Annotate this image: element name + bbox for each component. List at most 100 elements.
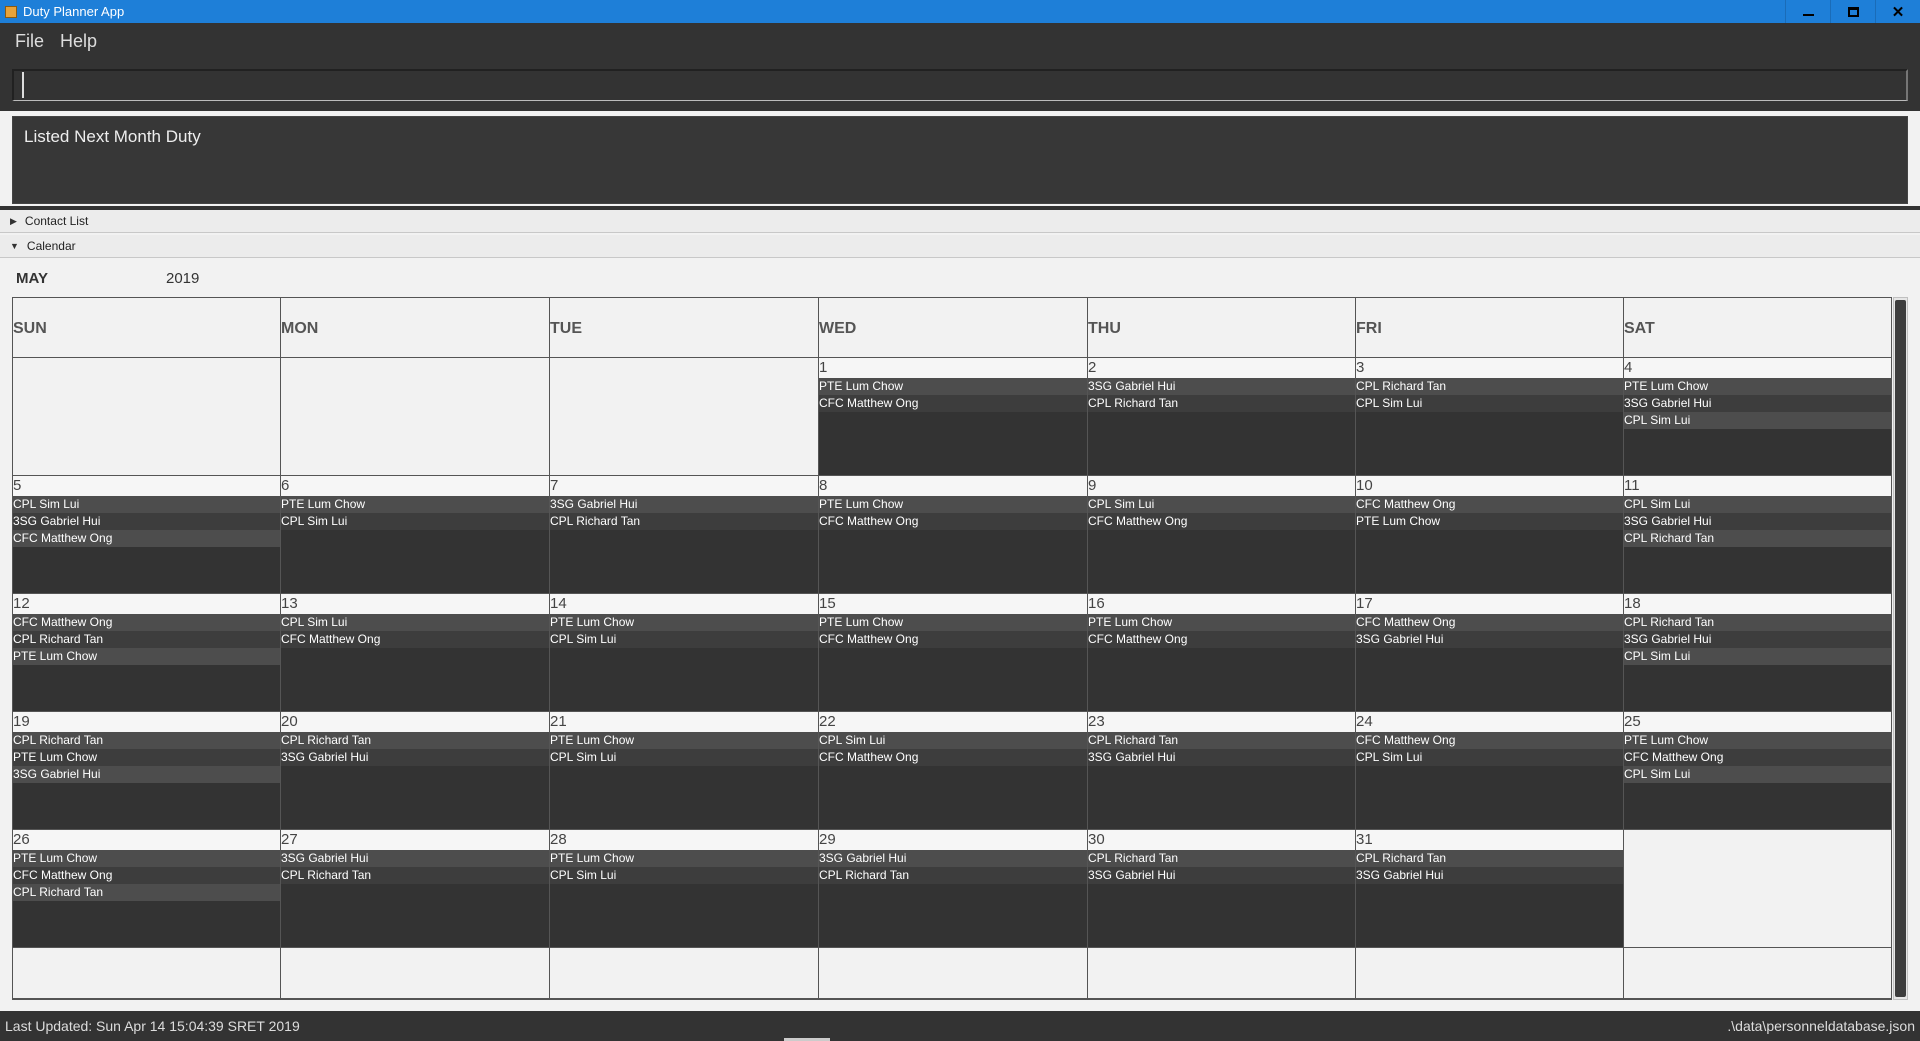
window-titlebar: Duty Planner App ✕ (0, 0, 1920, 23)
duty-entry[interactable]: CPL Richard Tan (819, 867, 1087, 884)
duty-entry[interactable]: CPL Richard Tan (550, 513, 818, 530)
calendar-day-cell: 6 PTE Lum Chow CPL Sim Lui (281, 476, 550, 594)
duty-entry[interactable]: PTE Lum Chow (13, 648, 280, 665)
calendar-pane[interactable]: ▼ Calendar (0, 235, 1920, 258)
duty-entry[interactable]: CPL Sim Lui (1624, 648, 1891, 665)
duty-entry[interactable]: CFC Matthew Ong (13, 614, 280, 631)
duty-entry[interactable]: CFC Matthew Ong (13, 867, 280, 884)
duty-entry[interactable]: CPL Sim Lui (550, 749, 818, 766)
duty-entry[interactable]: PTE Lum Chow (819, 614, 1087, 631)
duty-entry[interactable]: CFC Matthew Ong (819, 513, 1087, 530)
duty-entry[interactable]: CFC Matthew Ong (1356, 496, 1623, 513)
duty-entry[interactable]: PTE Lum Chow (1088, 614, 1355, 631)
duty-entry[interactable]: PTE Lum Chow (1624, 732, 1891, 749)
duty-entry[interactable]: CPL Richard Tan (1356, 850, 1623, 867)
duty-entry[interactable]: 3SG Gabriel Hui (1624, 631, 1891, 648)
duty-entry[interactable]: 3SG Gabriel Hui (281, 749, 549, 766)
duty-entry[interactable]: 3SG Gabriel Hui (1624, 513, 1891, 530)
duty-entry[interactable]: CFC Matthew Ong (1356, 614, 1623, 631)
duty-entry[interactable]: PTE Lum Chow (550, 614, 818, 631)
calendar-day-cell: 29 3SG Gabriel Hui CPL Richard Tan (819, 830, 1088, 948)
duty-entry[interactable]: 3SG Gabriel Hui (1088, 378, 1355, 395)
duty-entry[interactable]: CPL Sim Lui (13, 496, 280, 513)
duty-entry[interactable]: CPL Richard Tan (13, 732, 280, 749)
minimize-button[interactable] (1785, 0, 1830, 23)
duty-entry[interactable]: 3SG Gabriel Hui (1356, 631, 1623, 648)
calendar-day-cell: 4 PTE Lum Chow 3SG Gabriel Hui CPL Sim Lui (1624, 358, 1892, 476)
duty-entry[interactable]: CFC Matthew Ong (13, 530, 280, 547)
duty-entry[interactable]: CPL Sim Lui (550, 631, 818, 648)
duty-entry[interactable]: 3SG Gabriel Hui (13, 513, 280, 530)
duty-entry[interactable]: 3SG Gabriel Hui (550, 496, 818, 513)
duty-entry[interactable]: CPL Richard Tan (1088, 732, 1355, 749)
duty-entry[interactable]: CPL Richard Tan (1088, 395, 1355, 412)
duty-entry[interactable]: PTE Lum Chow (550, 732, 818, 749)
calendar-month: MAY (16, 270, 48, 287)
duty-entry[interactable]: CFC Matthew Ong (819, 631, 1087, 648)
duty-entry[interactable]: CPL Richard Tan (13, 631, 280, 648)
duty-entry[interactable]: CFC Matthew Ong (281, 631, 549, 648)
menu-file[interactable]: File (15, 31, 44, 52)
calendar-day-cell: 17 CFC Matthew Ong 3SG Gabriel Hui (1356, 594, 1624, 712)
calendar-day-cell: 9 CPL Sim Lui CFC Matthew Ong (1088, 476, 1356, 594)
duty-entry[interactable]: PTE Lum Chow (550, 850, 818, 867)
duty-entry[interactable]: PTE Lum Chow (281, 496, 549, 513)
duty-entry[interactable]: PTE Lum Chow (1624, 378, 1891, 395)
duty-entry[interactable]: CPL Sim Lui (1356, 395, 1623, 412)
duty-entry[interactable]: 3SG Gabriel Hui (819, 850, 1087, 867)
window-title: Duty Planner App (23, 4, 125, 19)
duty-entry[interactable]: CPL Sim Lui (281, 614, 549, 631)
duty-entry[interactable]: CFC Matthew Ong (1088, 631, 1355, 648)
duty-entry[interactable]: 3SG Gabriel Hui (13, 766, 280, 783)
scrollbar-thumb[interactable] (1895, 300, 1906, 997)
last-updated-status: Last Updated: Sun Apr 14 15:04:39 SRET 2… (5, 1018, 300, 1034)
duty-entry[interactable]: 3SG Gabriel Hui (1088, 749, 1355, 766)
empty-day-cell (1624, 830, 1892, 948)
app-icon (5, 5, 17, 18)
command-input[interactable] (12, 69, 1908, 101)
contact-list-pane[interactable]: ▶ Contact List (0, 210, 1920, 233)
duty-entry[interactable]: CPL Richard Tan (1356, 378, 1623, 395)
duty-entry[interactable]: CPL Richard Tan (281, 732, 549, 749)
duty-entry[interactable]: CFC Matthew Ong (1088, 513, 1355, 530)
duty-entry[interactable]: 3SG Gabriel Hui (1356, 867, 1623, 884)
calendar-day-cell: 10 CFC Matthew Ong PTE Lum Chow (1356, 476, 1624, 594)
duty-entry[interactable]: CPL Sim Lui (1088, 496, 1355, 513)
duty-entry[interactable]: PTE Lum Chow (1356, 513, 1623, 530)
duty-entry[interactable]: CPL Sim Lui (1624, 496, 1891, 513)
duty-entry[interactable]: CPL Richard Tan (13, 884, 280, 901)
calendar-scrollbar[interactable] (1893, 297, 1908, 1000)
duty-entry[interactable]: CPL Sim Lui (1624, 766, 1891, 783)
duty-entry[interactable]: 3SG Gabriel Hui (1088, 867, 1355, 884)
empty-day-cell (13, 948, 281, 999)
duty-entry[interactable]: PTE Lum Chow (819, 378, 1087, 395)
calendar-day-cell: 20 CPL Richard Tan 3SG Gabriel Hui (281, 712, 550, 830)
duty-entry[interactable]: PTE Lum Chow (13, 749, 280, 766)
duty-entry[interactable]: CPL Sim Lui (819, 732, 1087, 749)
weekday-header-fri: FRI (1356, 298, 1624, 358)
duty-entry[interactable]: CPL Sim Lui (550, 867, 818, 884)
duty-entry[interactable]: PTE Lum Chow (819, 496, 1087, 513)
maximize-button[interactable] (1830, 0, 1875, 23)
day-number: 30 (1088, 830, 1355, 850)
duty-entry[interactable]: CFC Matthew Ong (1356, 732, 1623, 749)
calendar-day-cell: 24 CFC Matthew Ong CPL Sim Lui (1356, 712, 1624, 830)
duty-entry[interactable]: CPL Sim Lui (281, 513, 549, 530)
duty-entry[interactable]: CFC Matthew Ong (819, 395, 1087, 412)
duty-entry[interactable]: CFC Matthew Ong (819, 749, 1087, 766)
duty-entry[interactable]: 3SG Gabriel Hui (1624, 395, 1891, 412)
duty-entry[interactable]: CPL Richard Tan (1624, 530, 1891, 547)
close-button[interactable]: ✕ (1875, 0, 1920, 23)
duty-entry[interactable]: PTE Lum Chow (13, 850, 280, 867)
menu-help[interactable]: Help (60, 31, 97, 52)
duty-entry[interactable]: CPL Richard Tan (1088, 850, 1355, 867)
result-display: Listed Next Month Duty (12, 116, 1908, 204)
duty-entry[interactable]: CPL Sim Lui (1624, 412, 1891, 429)
close-icon: ✕ (1891, 3, 1905, 21)
calendar-day-cell: 5 CPL Sim Lui 3SG Gabriel Hui CFC Matthew O… (13, 476, 281, 594)
duty-entry[interactable]: CPL Richard Tan (1624, 614, 1891, 631)
duty-entry[interactable]: CFC Matthew Ong (1624, 749, 1891, 766)
duty-entry[interactable]: CPL Sim Lui (1356, 749, 1623, 766)
duty-entry[interactable]: CPL Richard Tan (281, 867, 549, 884)
duty-entry[interactable]: 3SG Gabriel Hui (281, 850, 549, 867)
